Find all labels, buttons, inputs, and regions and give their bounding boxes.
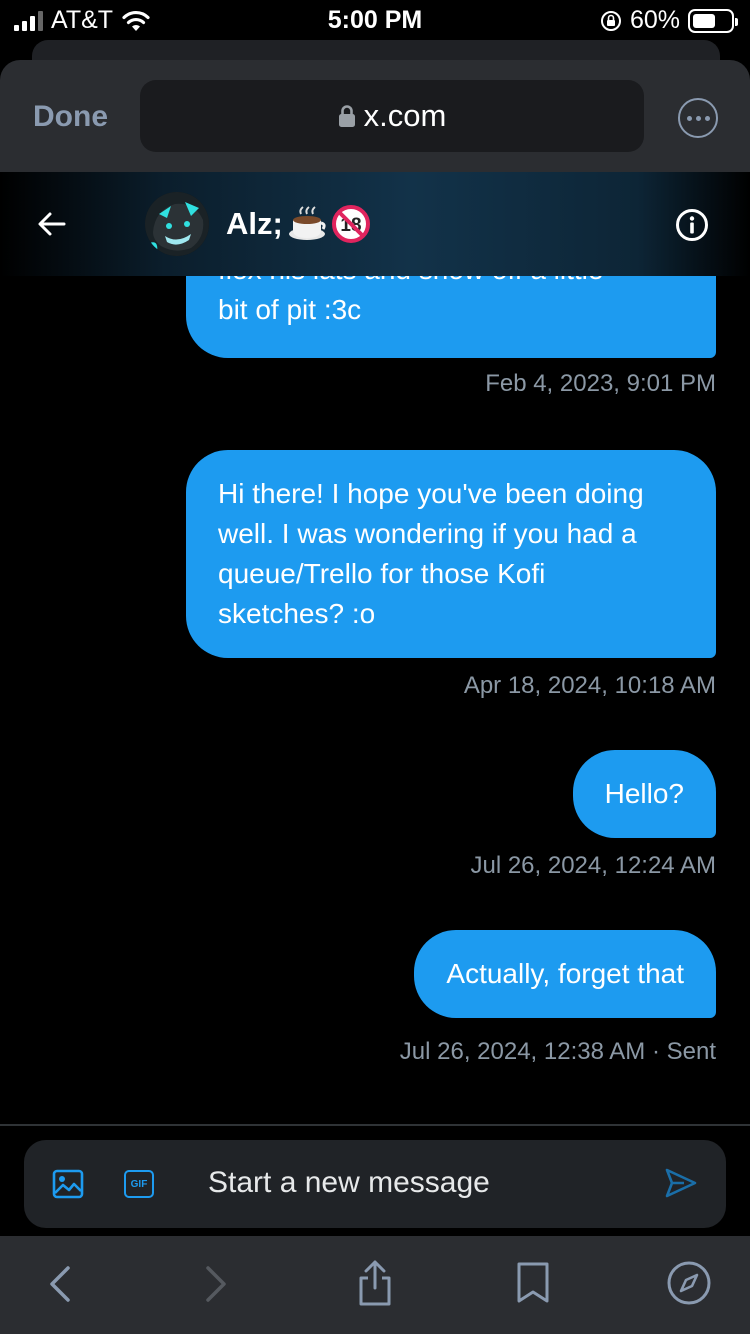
lock-icon — [338, 105, 355, 127]
forward-chevron-icon[interactable] — [202, 1262, 230, 1306]
dot — [686, 115, 692, 121]
message-line: well. I was wondering if you had a — [218, 518, 637, 549]
avatar-image — [145, 192, 209, 256]
done-button[interactable]: Done — [33, 100, 108, 134]
message-line: Actually, forget that — [446, 958, 684, 989]
battery-icon — [688, 8, 738, 33]
header-title[interactable]: Alz; 18 — [226, 204, 371, 244]
message-bubble[interactable]: Actually, forget that — [414, 930, 716, 1018]
message-timestamp: Apr 18, 2024, 10:18 AM — [463, 672, 716, 699]
message-line: Hello? — [604, 778, 684, 809]
no-under-18-icon: 18 — [331, 205, 370, 243]
message-composer: GIF Start a new message — [24, 1140, 726, 1228]
message-line: Hi there! I hope you've been doing — [218, 478, 644, 509]
message-line: sketches? :o — [218, 598, 376, 629]
message-timestamp: Jul 26, 2024, 12:24 AM — [470, 852, 716, 879]
status-right: 60% — [600, 6, 738, 35]
dot — [704, 115, 710, 121]
message-input[interactable]: Start a new message — [208, 1166, 490, 1200]
more-options-button[interactable] — [678, 98, 718, 138]
message-timestamp: Feb 4, 2023, 9:01 PM — [485, 370, 716, 397]
composer-divider — [0, 1124, 750, 1126]
gif-button[interactable]: GIF — [124, 1170, 154, 1198]
url-bar[interactable]: x.com — [140, 80, 644, 152]
contact-name: Alz; — [226, 206, 283, 241]
message-line: flex his lats and show off a little — [218, 276, 684, 290]
battery-fill — [693, 13, 715, 28]
message-timestamp: Jul 26, 2024, 12:38 AM · Sent — [399, 1038, 716, 1065]
orientation-lock-icon — [600, 10, 621, 31]
message-line: queue/Trello for those Kofi — [218, 558, 546, 589]
status-bar: AT&T 5:00 PM 60% — [0, 0, 750, 40]
battery-percent: 60% — [629, 6, 680, 34]
image-icon[interactable] — [52, 1169, 84, 1199]
browser-header: Done x.com — [0, 60, 750, 172]
message-bubble[interactable]: flex his lats and show off a little bit … — [186, 276, 716, 358]
info-icon[interactable] — [675, 208, 709, 242]
send-icon[interactable] — [664, 1167, 698, 1199]
dot — [695, 115, 701, 121]
url-text: x.com — [363, 98, 447, 133]
avatar[interactable] — [145, 192, 209, 256]
message-bubble[interactable]: Hello? — [572, 750, 716, 838]
browser-toolbar — [0, 1236, 750, 1334]
message-list: flex his lats and show off a little bit … — [0, 276, 750, 1124]
bookmarks-icon[interactable] — [514, 1260, 552, 1304]
coffee-emoji-icon — [288, 206, 326, 240]
back-arrow-icon[interactable] — [36, 208, 68, 240]
compass-icon[interactable] — [666, 1260, 712, 1306]
back-chevron-icon[interactable] — [46, 1262, 74, 1306]
message-bubble[interactable]: Hi there! I hope you've been doing well.… — [186, 450, 716, 658]
conversation-header: Alz; 18 — [0, 172, 750, 276]
share-icon[interactable] — [356, 1258, 394, 1308]
message-line: bit of pit :3c — [218, 294, 362, 325]
